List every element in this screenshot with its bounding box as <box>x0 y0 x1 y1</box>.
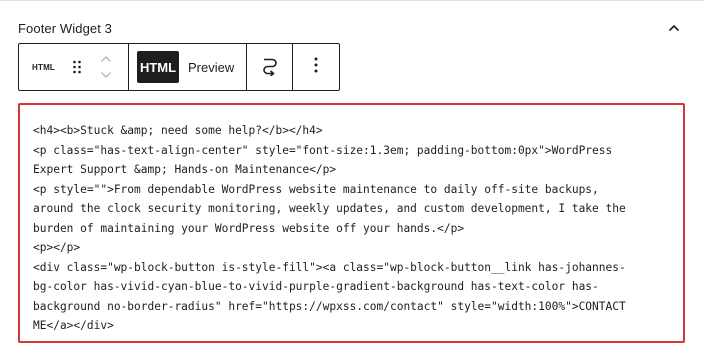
chevron-up-icon <box>668 19 680 37</box>
html-code-editor[interactable]: <h4><b>Stuck &amp; need some help?</b></… <box>18 103 685 343</box>
preview-mode-button[interactable]: Preview <box>188 51 234 83</box>
code-line: <p class="has-text-align-center" style="… <box>33 143 613 157</box>
options-group <box>293 44 339 90</box>
block-controls-group: HTML <box>19 44 129 90</box>
collapse-button[interactable] <box>664 18 684 38</box>
transform-icon <box>261 54 279 81</box>
move-down-button[interactable] <box>100 67 112 83</box>
code-line: background no-border-radius" href="https… <box>33 299 626 313</box>
html-block-type-icon[interactable]: HTML <box>32 63 55 72</box>
more-vertical-icon <box>314 57 318 78</box>
code-line: <p></p> <box>33 241 81 254</box>
html-mode-button[interactable]: HTML <box>137 51 179 83</box>
code-line: burden of maintaining your WordPress web… <box>33 221 465 235</box>
code-line: <p style="">From dependable WordPress we… <box>33 182 599 196</box>
transform-group <box>247 44 293 90</box>
block-toolbar: HTML HTML Preview <box>18 43 340 91</box>
transform-button[interactable] <box>254 51 286 83</box>
drag-handle-icon[interactable] <box>71 57 83 77</box>
code-line: Expert Support &amp; Hands-on Maintenanc… <box>33 163 337 176</box>
code-line: <h4><b>Stuck &amp; need some help?</b></… <box>33 124 323 137</box>
code-line: bg-color has-vivid-cyan-blue-to-vivid-pu… <box>33 280 599 293</box>
panel-title: Footer Widget 3 <box>18 21 112 36</box>
block-movers <box>97 49 115 85</box>
options-button[interactable] <box>300 51 332 83</box>
code-line: ME</a></div> <box>33 319 114 332</box>
mode-switcher: HTML Preview <box>129 44 247 90</box>
code-content[interactable]: <h4><b>Stuck &amp; need some help?</b></… <box>33 121 671 336</box>
move-up-button[interactable] <box>100 51 112 67</box>
widget-panel: Footer Widget 3 HTML HTML Preview <h4><b… <box>0 0 704 362</box>
chevron-down-icon <box>100 66 112 84</box>
code-line: <div class="wp-block-button is-style-fil… <box>33 260 626 274</box>
code-line: around the clock security monitoring, we… <box>33 202 626 215</box>
